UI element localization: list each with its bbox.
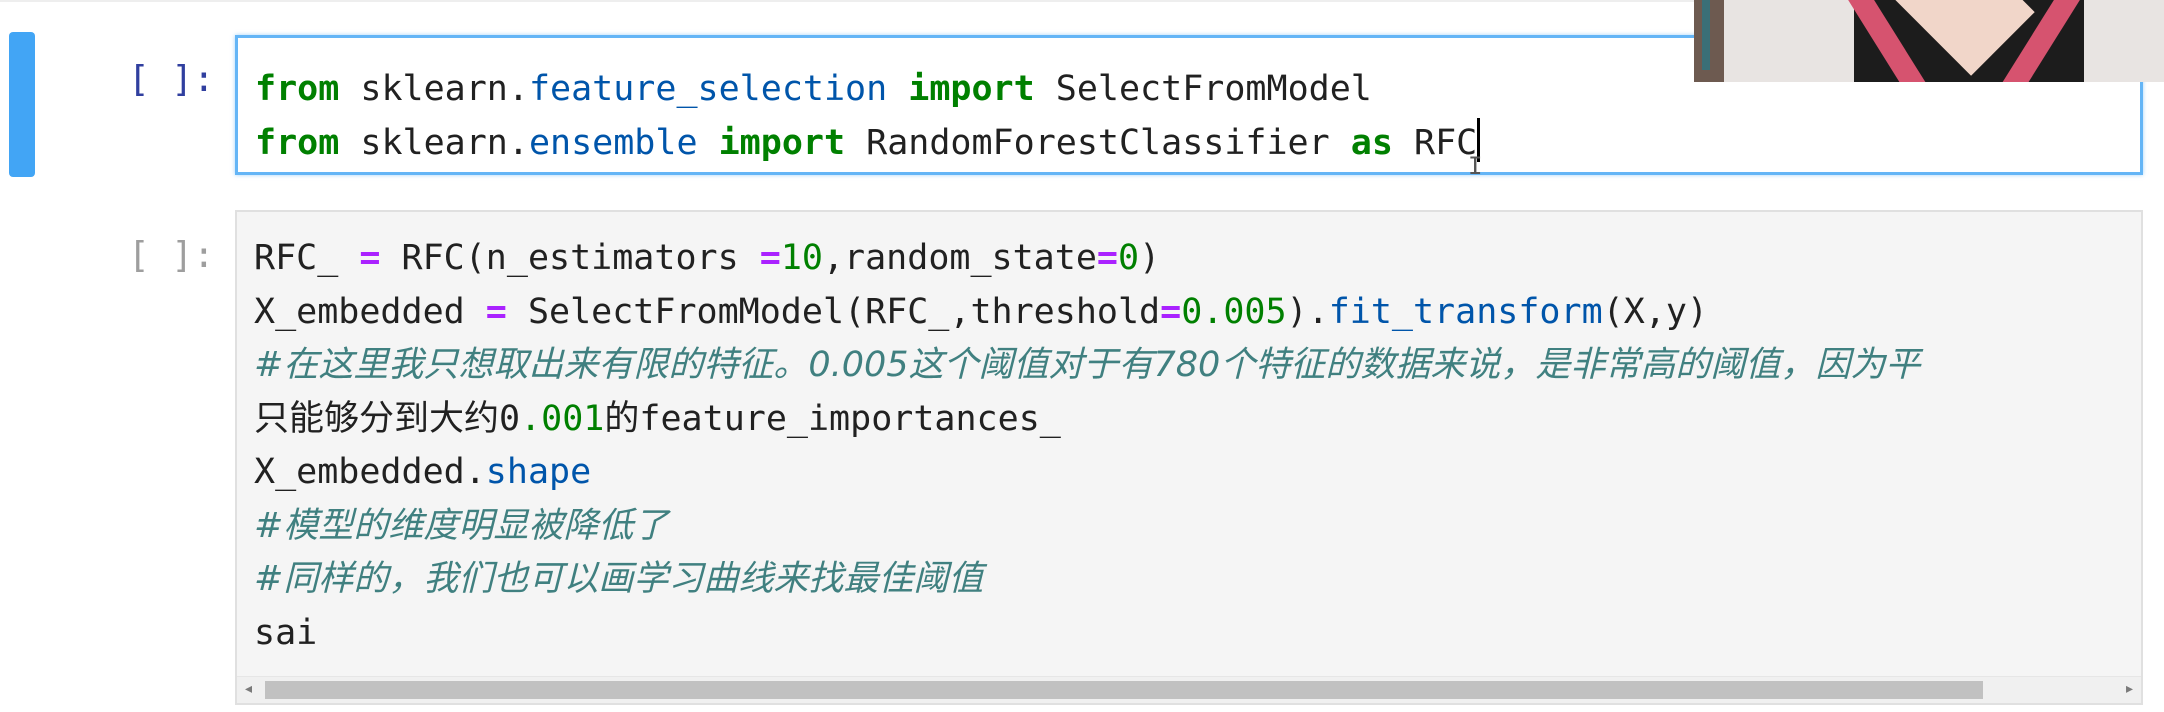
code-token: RandomForestClassifier [845,122,1351,163]
code-token: SelectFromModel [1034,69,1372,109]
code-line: X_embedded = SelectFromModel(RFC_,thresh… [254,286,2141,340]
scroll-right-icon[interactable]: ▸ [2126,681,2133,697]
code-token: sai [254,612,318,653]
code-line: from sklearn.ensemble import RandomFores… [255,117,2140,171]
code-token: RFC [1392,122,1478,163]
code-line: #模型的维度明显被降低了 [254,500,2141,554]
code-line: RFC_ = RFC(n_estimators =10,random_state… [254,232,2141,286]
code-line: 只能够分到大约0.001的feature_importances_ [254,393,2141,447]
code-cell-2-code: RFC_ = RFC(n_estimators =10,random_state… [254,232,2141,660]
code-line: sai [254,607,2141,661]
code-token: sklearn. [339,69,529,109]
code-token: shape [485,452,592,492]
cell-2-prompt: [ ]: [128,235,215,276]
code-token: import [718,122,846,163]
code-token: 10 [780,238,823,278]
cell-1-prompt: [ ]: [128,59,215,100]
code-token: .001 [520,398,605,439]
code-line: #在这里我只想取出来有限的特征。0.005这个阈值对于有780个特征的数据来说，… [254,339,2141,393]
code-token: fit_transform [1328,291,1603,332]
scroll-left-icon[interactable]: ◂ [245,681,252,697]
code-token: from [255,122,340,163]
code-token: = [759,238,781,278]
code-token: = [485,291,507,332]
code-token: 只能够分到大约 [254,398,500,439]
code-token: 0.005 [1181,291,1287,332]
code-token: SelectFromModel(RFC_,threshold [506,291,1161,332]
code-token: #在这里我只想取出来有限的特征。0.005这个阈值对于有780个特征的数据来说，… [254,345,1921,385]
code-token: feature_selection [528,69,888,109]
code-token: RFC_ [254,238,360,278]
code-token: X_embedded. [254,452,486,492]
code-token: feature_importances_ [639,398,1061,439]
code-token: ,random_state [822,238,1097,278]
code-token: 0 [1117,238,1140,278]
code-token: RFC(n_estimators [380,238,760,278]
text-cursor-icon: I [1468,152,1483,180]
code-token: #同样的，我们也可以画学习曲线来找最佳阈值 [254,559,984,599]
code-line: #同样的，我们也可以画学习曲线来找最佳阈值 [254,553,2141,607]
code-token: sklearn. [339,122,529,163]
code-token: import [908,69,1035,109]
scrollbar-thumb[interactable] [265,681,1983,699]
code-token: ). [1286,291,1329,332]
code-token: as [1350,122,1393,163]
code-token: = [359,238,381,278]
code-token: (X,y) [1602,291,1708,332]
code-token: 的 [604,398,640,439]
webcam-overlay [1694,0,2164,82]
code-cell-2-editor[interactable]: RFC_ = RFC(n_estimators =10,random_state… [235,210,2143,705]
code-token: #模型的维度明显被降低了 [254,505,669,546]
cell-selection-bar[interactable] [9,32,35,177]
horizontal-scrollbar[interactable]: ◂ ▸ [237,676,2141,703]
code-token: X_embedded [254,291,486,332]
code-token: ensemble [528,122,698,163]
code-token: from [255,69,340,109]
code-token: 0 [499,398,521,439]
code-line: X_embedded.shape [254,446,2141,500]
code-token: = [1160,291,1182,332]
webcam-background-book [1702,0,1710,70]
code-token: = [1096,238,1118,278]
notebook-page: [ ]: from sklearn.feature_selection impo… [0,0,2164,712]
code-token: ) [1139,238,1161,278]
